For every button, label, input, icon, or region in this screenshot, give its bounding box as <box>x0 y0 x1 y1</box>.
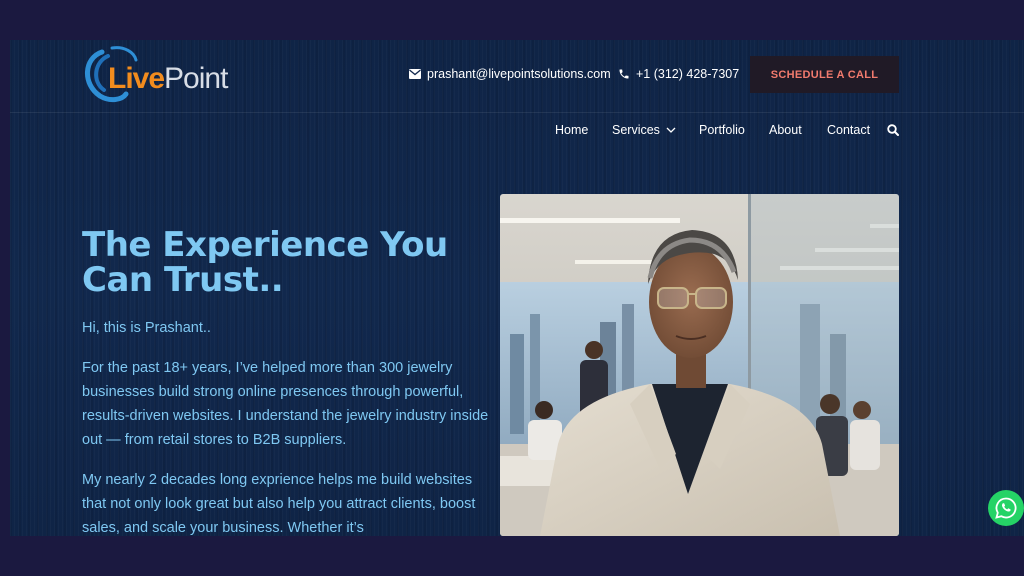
phone-link[interactable]: +1 (312) 428-7307 <box>618 67 739 81</box>
nav-item-portfolio[interactable]: Portfolio <box>699 123 745 137</box>
email-text: prashant@livepointsolutions.com <box>427 67 611 81</box>
hero-paragraph-1: For the past 18+ years, I’ve helped more… <box>82 360 489 448</box>
email-link[interactable]: prashant@livepointsolutions.com <box>409 67 611 81</box>
nav-item-services-label: Services <box>612 123 660 137</box>
phone-icon <box>619 69 629 79</box>
logo-part-point: Point <box>164 62 228 95</box>
nav-item-home[interactable]: Home <box>555 123 588 137</box>
nav-item-contact[interactable]: Contact <box>827 123 870 137</box>
hero-photo <box>500 194 899 536</box>
portrait-image <box>500 194 899 536</box>
logo-wordmark: LivePoint <box>108 62 228 96</box>
page-frame: LivePoint prashant@livepointsolutions.co… <box>10 40 1024 536</box>
logo-part-live: Live <box>108 62 165 95</box>
search-button[interactable] <box>887 124 899 136</box>
nav-item-about[interactable]: About <box>769 123 802 137</box>
schedule-call-button[interactable]: SCHEDULE A CALL <box>750 56 899 93</box>
header-divider <box>10 112 1024 113</box>
hero-greeting: Hi, this is Prashant.. <box>82 320 211 336</box>
hero-title: The Experience You Can Trust.. <box>82 225 448 300</box>
nav-item-services[interactable]: Services <box>612 123 676 137</box>
site-logo[interactable]: LivePoint <box>82 44 228 106</box>
main-nav: Home Services Portfolio About Contact <box>10 123 1024 139</box>
whatsapp-button[interactable] <box>988 490 1024 526</box>
phone-text: +1 (312) 428-7307 <box>636 67 740 81</box>
search-icon <box>887 124 899 136</box>
chevron-down-icon <box>666 127 676 133</box>
envelope-icon <box>409 69 421 79</box>
whatsapp-icon <box>995 497 1017 519</box>
hero-paragraph-2: My nearly 2 decades long exprience helps… <box>82 472 476 536</box>
